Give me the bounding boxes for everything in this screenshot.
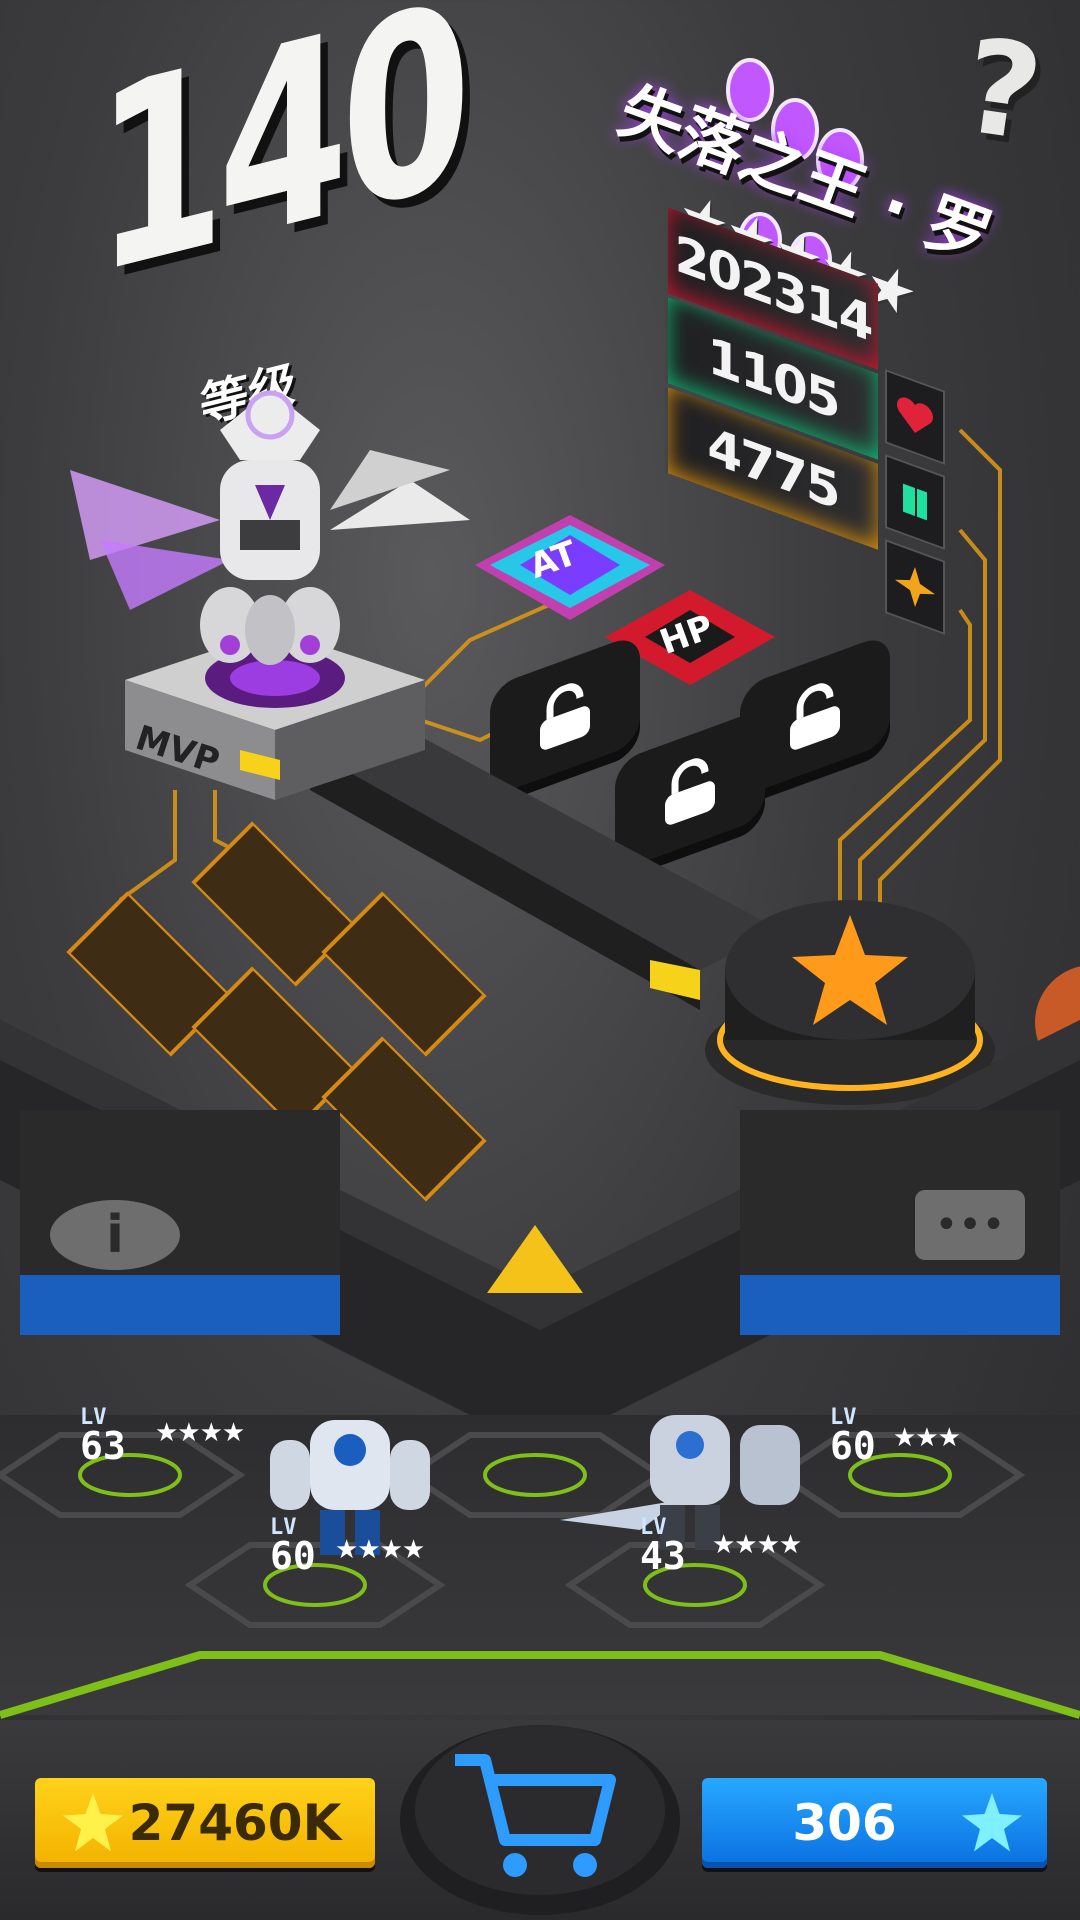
squad-level: LV 63 <box>80 1407 126 1466</box>
gem-amount: 306 <box>792 1794 897 1852</box>
gem-star-icon <box>962 1793 1022 1852</box>
squad-floor <box>0 1432 1080 1719</box>
squad-level-number: 60 <box>830 1424 876 1468</box>
squad-stars: ★★★★ <box>335 1535 425 1565</box>
squad-level-number: 63 <box>80 1424 126 1468</box>
squad-level-number: 60 <box>270 1534 316 1578</box>
squad-stars: ★★★ <box>893 1423 961 1453</box>
squad-level: LV 43 <box>640 1517 686 1576</box>
shop-button[interactable] <box>395 1700 685 1920</box>
gold-star-icon <box>63 1793 123 1852</box>
squad-level: LV 60 <box>830 1407 876 1466</box>
hero-robot[interactable] <box>70 390 470 690</box>
squad-stars: ★★★★ <box>155 1418 245 1448</box>
gold-currency-bar[interactable]: 27460K <box>35 1778 375 1868</box>
gold-amount: 27460K <box>128 1794 342 1852</box>
info-icon: i <box>106 1205 124 1265</box>
squad-level-number: 43 <box>640 1534 686 1578</box>
collapse-arrow-icon[interactable] <box>485 1225 585 1295</box>
squad-level: LV 60 <box>270 1517 316 1576</box>
gem-currency-bar[interactable]: 306 <box>702 1778 1047 1868</box>
chat-icon: ••• <box>934 1202 1006 1248</box>
chat-button[interactable]: ••• <box>915 1190 1025 1260</box>
squad-stars: ★★★★ <box>712 1530 802 1560</box>
info-button[interactable]: i <box>50 1200 180 1270</box>
